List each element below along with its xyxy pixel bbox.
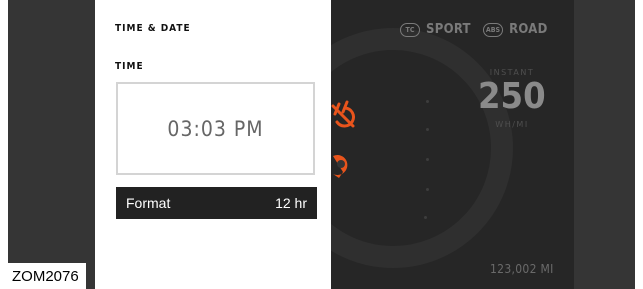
mode-road-label: ROAD: [509, 22, 548, 37]
instant-unit: WH/MI: [495, 120, 529, 129]
time-section-label: TIME: [115, 61, 144, 72]
tire-pressure-warning-icon: [333, 155, 348, 178]
abs-badge: ABS: [482, 22, 504, 37]
format-selector[interactable]: Format 12 hr: [116, 187, 317, 219]
time-value: 03:03 PM: [167, 116, 264, 141]
gauge-tick: [426, 128, 429, 131]
traction-control-badge: TC: [400, 22, 420, 37]
traction-control-off-icon: [331, 100, 355, 128]
format-label: Format: [126, 195, 171, 211]
format-value: 12 hr: [275, 195, 307, 211]
gauge-tick: [426, 100, 429, 103]
figure-caption: ZOM2076: [8, 263, 86, 289]
gauge-tick: [424, 216, 427, 219]
mode-sport-label: SPORT: [426, 22, 471, 37]
riding-mode-row: TC SPORT ABS ROAD: [400, 22, 554, 37]
time-input-box[interactable]: 03:03 PM: [116, 82, 315, 175]
time-date-panel: TIME & DATE TIME 03:03 PM Format 12 hr: [95, 0, 331, 289]
gauge-tick: [426, 158, 429, 161]
panel-title: TIME & DATE: [115, 23, 191, 34]
odometer: 123,002 MI: [490, 262, 554, 276]
gauge-tick: [426, 188, 429, 191]
instant-value: 250: [478, 76, 546, 117]
